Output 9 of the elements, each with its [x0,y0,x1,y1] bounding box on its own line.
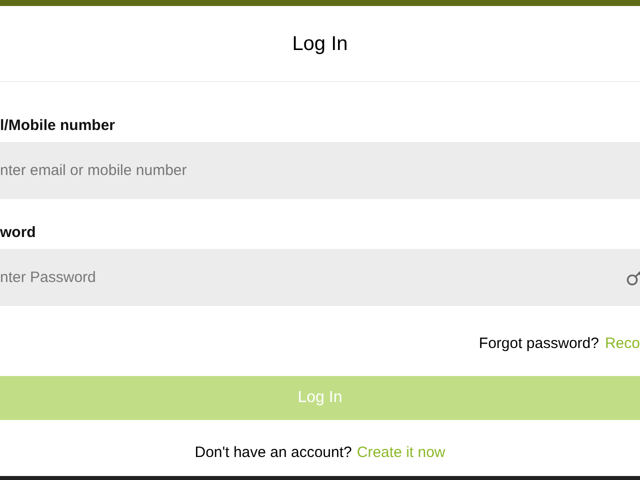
dialog-title: Log In [292,32,348,56]
input-field[interactable]: nter Password [0,249,640,306]
forgot-text: Forgot password? [478,334,599,354]
signup-text: Don't have an account? [194,442,352,463]
field-label: word [0,223,37,243]
input-field[interactable]: nter email or mobile number [0,142,640,199]
field-label: l/Mobile number [0,116,116,136]
create-account-link[interactable]: Create it now [356,442,446,464]
recover-link[interactable]: Reco [604,332,640,356]
